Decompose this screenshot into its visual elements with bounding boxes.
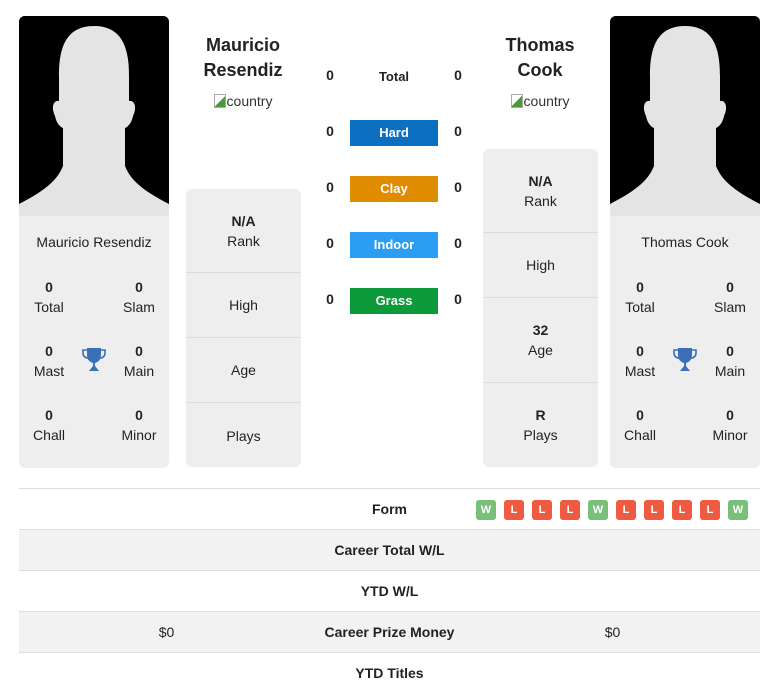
player2-rank: N/A Rank xyxy=(483,149,598,233)
p1-total-count: 0 xyxy=(326,67,334,83)
player2-full-name: Thomas Cook xyxy=(641,234,729,250)
player1-country-flag: country xyxy=(173,93,313,109)
player2-main-titles: 0 Main xyxy=(714,343,746,379)
table-row: YTD W/L xyxy=(19,571,760,612)
surface-total-label: Total xyxy=(378,69,410,84)
form-loss-badge: L xyxy=(644,500,664,520)
p1-indoor-count: 0 xyxy=(326,235,334,251)
form-loss-badge: L xyxy=(616,500,636,520)
p2-total-count: 0 xyxy=(454,67,462,83)
p2-grass-count: 0 xyxy=(454,291,462,307)
p1-grass-count: 0 xyxy=(326,291,334,307)
form-loss-badge: L xyxy=(532,500,552,520)
player1-stats-card: N/A Rank High Age Plays xyxy=(186,189,301,467)
player2-mast-titles: 0 Mast xyxy=(624,343,656,379)
player2-slam-titles: 0 Slam xyxy=(714,279,746,315)
surface-indoor-badge: Indoor xyxy=(350,232,438,258)
form-label: Form xyxy=(372,501,407,517)
player1-main-titles: 0 Main xyxy=(123,343,155,379)
form-badges: WLLLWLLLLW xyxy=(476,500,748,520)
surface-hard-badge: Hard xyxy=(350,120,438,146)
row-label: YTD W/L xyxy=(360,583,419,599)
row-label: Career Total W/L xyxy=(334,542,445,558)
player1-slam-titles: 0 Slam xyxy=(123,279,155,315)
trophy-icon xyxy=(673,348,697,371)
player1-plays: Plays xyxy=(226,427,261,444)
player1-card: Mauricio Resendiz 0 Total 0 Slam 0 Mast 0 Ma… xyxy=(19,16,169,468)
player1-name-heading[interactable]: Mauricio Resendiz xyxy=(173,33,313,83)
form-win-badge: W xyxy=(588,500,608,520)
player2-name-heading[interactable]: Thomas Cook xyxy=(470,33,610,83)
player2-high: High xyxy=(483,233,598,298)
broken-image-icon xyxy=(510,94,523,108)
surface-clay-badge: Clay xyxy=(350,176,438,202)
player2-plays: R Plays xyxy=(523,407,558,443)
player2-stats-card: N/A Rank High 32 Age R Plays xyxy=(483,149,598,467)
player2-age: 32 Age xyxy=(483,298,598,383)
p2-hard-count: 0 xyxy=(454,123,462,139)
form-win-badge: W xyxy=(728,500,748,520)
player2-card: Thomas Cook 0 Total 0 Slam 0 Mast 0 Main 0 Ch… xyxy=(610,16,760,468)
p1-clay-count: 0 xyxy=(326,179,334,195)
player1-rank: N/A Rank xyxy=(186,189,301,273)
form-loss-badge: L xyxy=(700,500,720,520)
player1-full-name: Mauricio Resendiz xyxy=(36,234,152,250)
player1-total-titles: 0 Total xyxy=(34,279,64,315)
form-loss-badge: L xyxy=(672,500,692,520)
player2-chall-titles: 0 Chall xyxy=(624,407,656,443)
p2-clay-count: 0 xyxy=(454,179,462,195)
silhouette-icon xyxy=(610,16,760,216)
player2-minor-titles: 0 Minor xyxy=(712,407,748,443)
form-win-badge: W xyxy=(476,500,496,520)
row-label: YTD Titles xyxy=(355,665,424,681)
table-row: Career Total W/L xyxy=(19,530,760,571)
player1-age: Age xyxy=(186,338,301,403)
player1-minor-titles: 0 Minor xyxy=(121,407,157,443)
p2-indoor-count: 0 xyxy=(454,235,462,251)
player2-photo xyxy=(610,16,760,216)
broken-image-icon xyxy=(213,94,226,108)
form-row: Form WLLLWLLLLW xyxy=(19,489,760,530)
player1-photo xyxy=(19,16,169,216)
p1-hard-count: 0 xyxy=(326,123,334,139)
silhouette-icon xyxy=(19,16,169,216)
trophy-icon xyxy=(82,348,106,371)
table-row: YTD Titles xyxy=(19,653,760,694)
player1-chall-titles: 0 Chall xyxy=(33,407,65,443)
form-loss-badge: L xyxy=(504,500,524,520)
player2-country-flag: country xyxy=(470,93,610,109)
table-row: $0 Career Prize Money $0 xyxy=(19,612,760,653)
player2-total-titles: 0 Total xyxy=(625,279,655,315)
comparison-table: Form WLLLWLLLLW Career Total W/L YTD W/L… xyxy=(19,488,760,694)
player1-mast-titles: 0 Mast xyxy=(33,343,65,379)
form-loss-badge: L xyxy=(560,500,580,520)
surface-grass-badge: Grass xyxy=(350,288,438,314)
player1-high: High xyxy=(186,273,301,338)
p2-value: $0 xyxy=(604,624,621,640)
